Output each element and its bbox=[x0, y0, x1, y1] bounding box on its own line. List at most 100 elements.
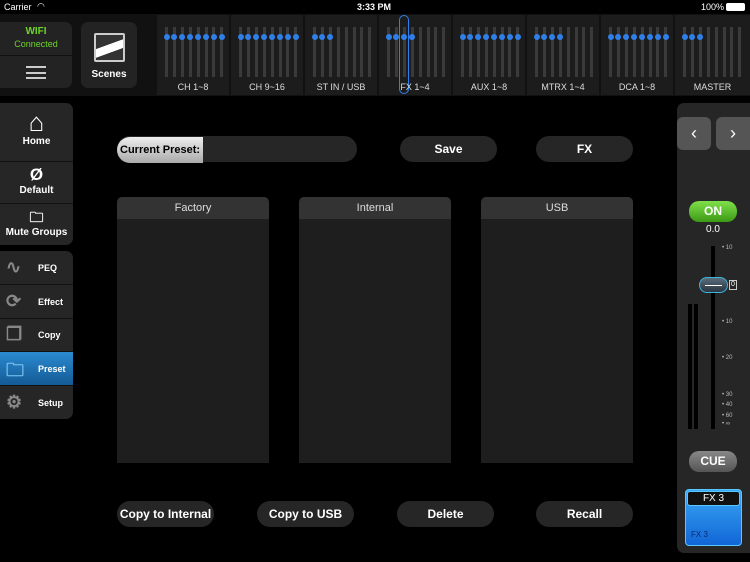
sidebar-item-mute-groups[interactable]: 🗀 Mute Groups bbox=[0, 204, 73, 245]
bank-label: MTRX 1~4 bbox=[541, 82, 585, 92]
fader-line bbox=[360, 27, 364, 77]
sidebar-item-setup[interactable]: ⚙ Setup bbox=[0, 386, 73, 420]
recall-button[interactable]: Recall bbox=[536, 501, 633, 527]
fader-dot bbox=[615, 34, 622, 40]
copy-to-usb-button[interactable]: Copy to USB bbox=[257, 501, 354, 527]
fader-dot bbox=[210, 34, 217, 40]
fader-line bbox=[706, 27, 710, 77]
scale-tick: • 10 bbox=[722, 245, 733, 251]
scale-tick: • 60 bbox=[722, 413, 733, 419]
fader-dot bbox=[514, 34, 521, 40]
bank-ch-1-8[interactable]: CH 1~8 bbox=[157, 15, 229, 95]
fader-dot bbox=[409, 34, 416, 40]
next-channel-button[interactable]: › bbox=[716, 117, 750, 150]
cue-button[interactable]: CUE bbox=[689, 451, 737, 472]
fader-line bbox=[714, 27, 718, 77]
fader-line bbox=[352, 27, 356, 77]
channel-sub-label: FX 3 bbox=[691, 530, 708, 539]
sidebar-item-copy[interactable]: ❐ Copy bbox=[0, 318, 73, 352]
zero-icon: Ø bbox=[29, 165, 44, 184]
channel-name-block[interactable]: FX 3 FX 3 bbox=[685, 489, 742, 546]
status-bar: Carrier ◠ 3:33 PM 100% bbox=[0, 0, 750, 14]
fader-line bbox=[426, 27, 430, 77]
prev-channel-button[interactable]: ‹ bbox=[677, 117, 711, 150]
fader-dot bbox=[218, 34, 225, 40]
fader-dot bbox=[557, 34, 564, 40]
fader-line bbox=[730, 27, 734, 77]
sidebar-item-home[interactable]: ⌂ Home bbox=[0, 103, 73, 162]
sidebar-label: Default bbox=[19, 185, 54, 196]
sidebar-tools-group: ∿ PEQ ⟳ Effect ❐ Copy 🗀 Preset ⚙ Setup bbox=[0, 251, 73, 419]
bank-label: MASTER bbox=[693, 82, 732, 92]
sidebar-label: PEQ bbox=[38, 263, 58, 273]
fader-line bbox=[442, 27, 446, 77]
bank-fx-1-4[interactable]: FX 1~4 bbox=[379, 15, 451, 95]
bank-mtrx-1-4[interactable]: MTRX 1~4 bbox=[527, 15, 599, 95]
bank-st-in-usb[interactable]: ST IN / USB bbox=[305, 15, 377, 95]
copy-to-internal-button[interactable]: Copy to Internal bbox=[117, 501, 214, 527]
bank-aux-1-8[interactable]: AUX 1~8 bbox=[453, 15, 525, 95]
fader-dot bbox=[245, 34, 252, 40]
bank-label: CH 9~16 bbox=[249, 82, 285, 92]
list-header: Internal bbox=[299, 197, 451, 219]
sidebar-item-effect[interactable]: ⟳ Effect bbox=[0, 285, 73, 319]
factory-list[interactable]: Factory bbox=[117, 197, 269, 463]
fader-dot bbox=[261, 34, 268, 40]
scale-tick: • 40 bbox=[722, 402, 733, 408]
fader-dot bbox=[662, 34, 669, 40]
bank-dca-1-8[interactable]: DCA 1~8 bbox=[601, 15, 673, 95]
sidebar-label: Preset bbox=[38, 364, 66, 374]
current-preset-label: Current Preset: bbox=[117, 137, 204, 163]
copy-icon: ❐ bbox=[6, 324, 23, 344]
on-button[interactable]: ON bbox=[689, 201, 737, 222]
eq-curve-icon: ∿ bbox=[6, 257, 22, 277]
sidebar-item-default[interactable]: Ø Default bbox=[0, 162, 73, 204]
fader-dot bbox=[491, 34, 498, 40]
sidebar-item-preset[interactable]: 🗀 Preset bbox=[0, 352, 73, 386]
fader-line bbox=[434, 27, 438, 77]
fader-dot bbox=[499, 34, 505, 40]
menu-button[interactable] bbox=[0, 55, 72, 88]
bank-master[interactable]: MASTER bbox=[675, 15, 750, 95]
fader-line bbox=[574, 27, 578, 77]
delete-button[interactable]: Delete bbox=[397, 501, 494, 527]
fader-line bbox=[336, 27, 340, 77]
fader-dot bbox=[681, 34, 688, 40]
channel-name: FX 3 bbox=[687, 491, 740, 506]
fader-line bbox=[738, 27, 742, 77]
hamburger-icon bbox=[26, 66, 46, 79]
fader-dot bbox=[631, 34, 638, 40]
scenes-button[interactable]: Scenes bbox=[81, 22, 137, 88]
fader-dot bbox=[607, 34, 614, 40]
bank-ch-9-16[interactable]: CH 9~16 bbox=[231, 15, 303, 95]
fader-dot bbox=[179, 34, 186, 40]
internal-list[interactable]: Internal bbox=[299, 197, 451, 463]
fader-dot bbox=[385, 34, 392, 40]
fader-line bbox=[722, 27, 726, 77]
fader-dot bbox=[284, 34, 291, 40]
fader-dot bbox=[171, 34, 178, 40]
clock: 3:33 PM bbox=[357, 2, 392, 12]
fader-dot bbox=[253, 34, 260, 40]
fx-button[interactable]: FX bbox=[536, 136, 633, 162]
sidebar-item-peq[interactable]: ∿ PEQ bbox=[0, 251, 73, 285]
meter-right bbox=[694, 304, 698, 429]
usb-list[interactable]: USB bbox=[481, 197, 633, 463]
scale-tick: • 30 bbox=[722, 392, 733, 398]
fader-dot bbox=[187, 34, 194, 40]
fader-dot bbox=[467, 34, 474, 40]
scenes-label: Scenes bbox=[91, 69, 127, 80]
fader-dot bbox=[533, 34, 540, 40]
wifi-menu-panel[interactable]: WIFI Connected bbox=[0, 22, 72, 88]
save-button[interactable]: Save bbox=[400, 136, 497, 162]
level-readout: 0.0 bbox=[706, 224, 720, 235]
fader-knob[interactable] bbox=[699, 277, 728, 293]
fader-dot bbox=[203, 34, 209, 40]
bank-label: DCA 1~8 bbox=[618, 82, 656, 92]
fader-dot bbox=[541, 34, 548, 40]
carrier: Carrier bbox=[4, 2, 32, 12]
home-icon: ⌂ bbox=[28, 107, 45, 137]
fader-line bbox=[418, 27, 422, 77]
fader-dot bbox=[475, 34, 482, 40]
fader-dot bbox=[697, 34, 704, 40]
